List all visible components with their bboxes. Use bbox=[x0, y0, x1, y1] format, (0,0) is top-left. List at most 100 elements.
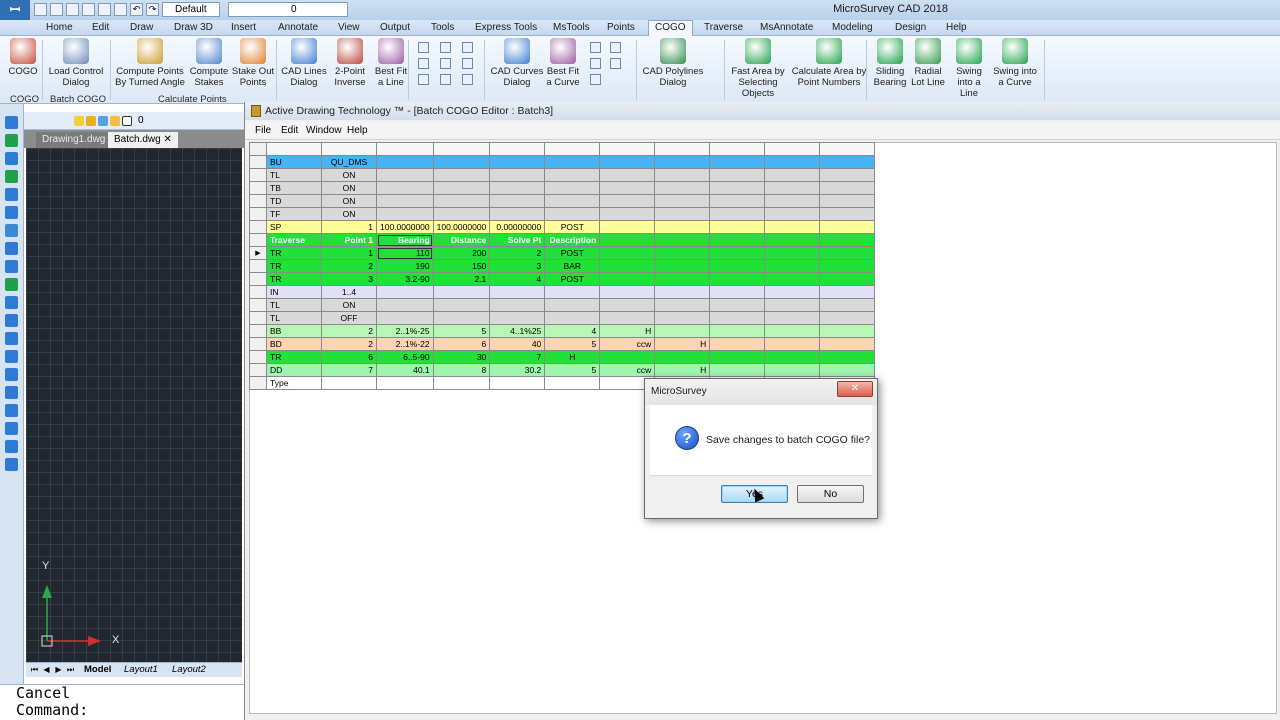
cell[interactable]: ON bbox=[321, 168, 377, 182]
table-row[interactable]: TL OFF bbox=[249, 311, 876, 325]
cell[interactable] bbox=[709, 363, 766, 377]
small-tool-icon[interactable] bbox=[440, 74, 451, 85]
cell[interactable] bbox=[544, 298, 601, 312]
tab-layout1[interactable]: Layout1 bbox=[124, 664, 158, 675]
small-tool-icon[interactable] bbox=[590, 58, 601, 69]
table-row[interactable]: BB 2 2..1%-25 5 4..1%25 4 H bbox=[249, 324, 876, 338]
cell[interactable] bbox=[376, 181, 434, 195]
ribbon-button-best-fit-a-line[interactable]: Best Fit a Line bbox=[371, 38, 411, 88]
tab-tools[interactable]: Tools bbox=[431, 22, 454, 33]
cell[interactable] bbox=[764, 298, 821, 312]
row-selector[interactable] bbox=[249, 194, 267, 208]
prev-layout-icon[interactable]: ◀ bbox=[42, 665, 51, 675]
toolstrip-icon[interactable] bbox=[5, 278, 18, 291]
ribbon-button-cogo[interactable]: COGO bbox=[6, 38, 40, 77]
cell[interactable] bbox=[432, 194, 491, 208]
cell-code[interactable]: BB bbox=[266, 324, 322, 338]
cell-code[interactable]: TL bbox=[266, 311, 322, 325]
no-button[interactable]: No bbox=[797, 485, 864, 503]
cell[interactable]: 100.0000000 bbox=[376, 220, 434, 234]
cell[interactable]: 4..1%25 bbox=[489, 324, 546, 338]
cell[interactable]: 5 bbox=[544, 337, 601, 351]
tab-express-tools[interactable]: Express Tools bbox=[475, 22, 537, 33]
cell[interactable] bbox=[709, 207, 766, 221]
tab-draw[interactable]: Draw bbox=[130, 22, 153, 33]
cell[interactable] bbox=[709, 285, 766, 299]
toolstrip-icon[interactable] bbox=[5, 134, 18, 147]
ribbon-button-fast-area-by-selecting-objects[interactable]: Fast Area by Selecting Objects bbox=[727, 38, 789, 99]
column-header[interactable] bbox=[599, 142, 656, 156]
cell[interactable]: ON bbox=[321, 181, 377, 195]
tab-traverse[interactable]: Traverse bbox=[704, 22, 743, 33]
tab-help[interactable]: Help bbox=[946, 22, 967, 33]
cell[interactable]: POST bbox=[544, 220, 601, 234]
column-header[interactable] bbox=[432, 142, 491, 156]
cell[interactable]: 1..4 bbox=[321, 285, 377, 299]
cell[interactable] bbox=[376, 207, 434, 221]
table-row[interactable]: TR 2 190 150 3 BAR bbox=[249, 259, 876, 273]
small-tool-icon[interactable] bbox=[590, 42, 601, 53]
row-selector[interactable] bbox=[249, 259, 267, 273]
row-selector[interactable] bbox=[249, 311, 267, 325]
cell[interactable]: ccw bbox=[599, 337, 656, 351]
ribbon-button-compute-stakes[interactable]: Compute Stakes bbox=[186, 38, 232, 88]
cell[interactable]: 2 bbox=[489, 246, 546, 260]
cell[interactable]: 6..5-90 bbox=[376, 350, 434, 364]
tab-points[interactable]: Points bbox=[607, 22, 635, 33]
cell[interactable] bbox=[819, 220, 876, 234]
cell[interactable]: 30.2 bbox=[489, 363, 546, 377]
close-icon[interactable]: ✕ bbox=[163, 134, 171, 145]
cell-code[interactable]: TR bbox=[266, 246, 322, 260]
command-line[interactable]: Cancel Command: bbox=[0, 684, 244, 720]
cell[interactable]: Description bbox=[544, 233, 601, 247]
cell[interactable] bbox=[764, 168, 821, 182]
tab-design[interactable]: Design bbox=[895, 22, 926, 33]
ribbon-button-calculate-area-by-point-numbers[interactable]: Calculate Area by Point Numbers bbox=[791, 38, 867, 88]
cell[interactable] bbox=[764, 337, 821, 351]
cell[interactable] bbox=[709, 259, 766, 273]
tab-model[interactable]: Model bbox=[84, 664, 111, 675]
doc-tab-drawing1[interactable]: Drawing1.dwg bbox=[36, 132, 112, 148]
cell[interactable] bbox=[489, 311, 546, 325]
column-header[interactable] bbox=[321, 142, 377, 156]
cell[interactable] bbox=[654, 246, 711, 260]
cell[interactable] bbox=[819, 285, 876, 299]
tab-msannotate[interactable]: MsAnnotate bbox=[760, 22, 813, 33]
table-row[interactable]: BU QU_DMS bbox=[249, 155, 876, 169]
menu-window[interactable]: Window bbox=[306, 125, 342, 136]
toolstrip-icon[interactable] bbox=[5, 350, 18, 363]
cell[interactable] bbox=[432, 181, 491, 195]
cell[interactable] bbox=[819, 363, 876, 377]
cell-code[interactable]: TL bbox=[266, 298, 322, 312]
row-selector[interactable] bbox=[249, 337, 267, 351]
cell[interactable] bbox=[376, 155, 434, 169]
cell[interactable]: ON bbox=[321, 194, 377, 208]
cell[interactable]: 4 bbox=[489, 272, 546, 286]
tab-mstools[interactable]: MsTools bbox=[553, 22, 590, 33]
cell[interactable]: 7 bbox=[489, 350, 546, 364]
freeze-icon[interactable] bbox=[98, 116, 108, 126]
table-row[interactable]: DD 7 40.1 8 30.2 5 ccw H bbox=[249, 363, 876, 377]
cell[interactable]: POST bbox=[544, 246, 601, 260]
small-tool-icon[interactable] bbox=[440, 42, 451, 53]
cell[interactable]: 190 bbox=[376, 259, 434, 273]
cell[interactable] bbox=[764, 207, 821, 221]
table-row[interactable]: TR 6 6..5-90 30 7 H bbox=[249, 350, 876, 364]
layer-color-icon[interactable] bbox=[122, 116, 132, 126]
cell[interactable] bbox=[599, 220, 656, 234]
cell[interactable] bbox=[764, 233, 821, 247]
small-tool-icon[interactable] bbox=[418, 42, 429, 53]
cell[interactable]: 100.0000000 bbox=[432, 220, 491, 234]
cell[interactable] bbox=[819, 272, 876, 286]
cell[interactable]: 2 bbox=[321, 259, 377, 273]
drawing-viewport[interactable]: Y X bbox=[26, 148, 242, 662]
first-layout-icon[interactable]: ⏮ bbox=[30, 665, 39, 675]
toolstrip-icon[interactable] bbox=[5, 314, 18, 327]
cell[interactable]: 2.1 bbox=[432, 272, 491, 286]
tab-draw-3d[interactable]: Draw 3D bbox=[174, 22, 213, 33]
cell[interactable] bbox=[544, 155, 601, 169]
ribbon-button-cad-curves-dialog[interactable]: CAD Curves Dialog bbox=[489, 38, 545, 88]
cell[interactable] bbox=[764, 246, 821, 260]
cell[interactable]: 40 bbox=[489, 337, 546, 351]
cell[interactable]: 110 bbox=[376, 246, 434, 260]
